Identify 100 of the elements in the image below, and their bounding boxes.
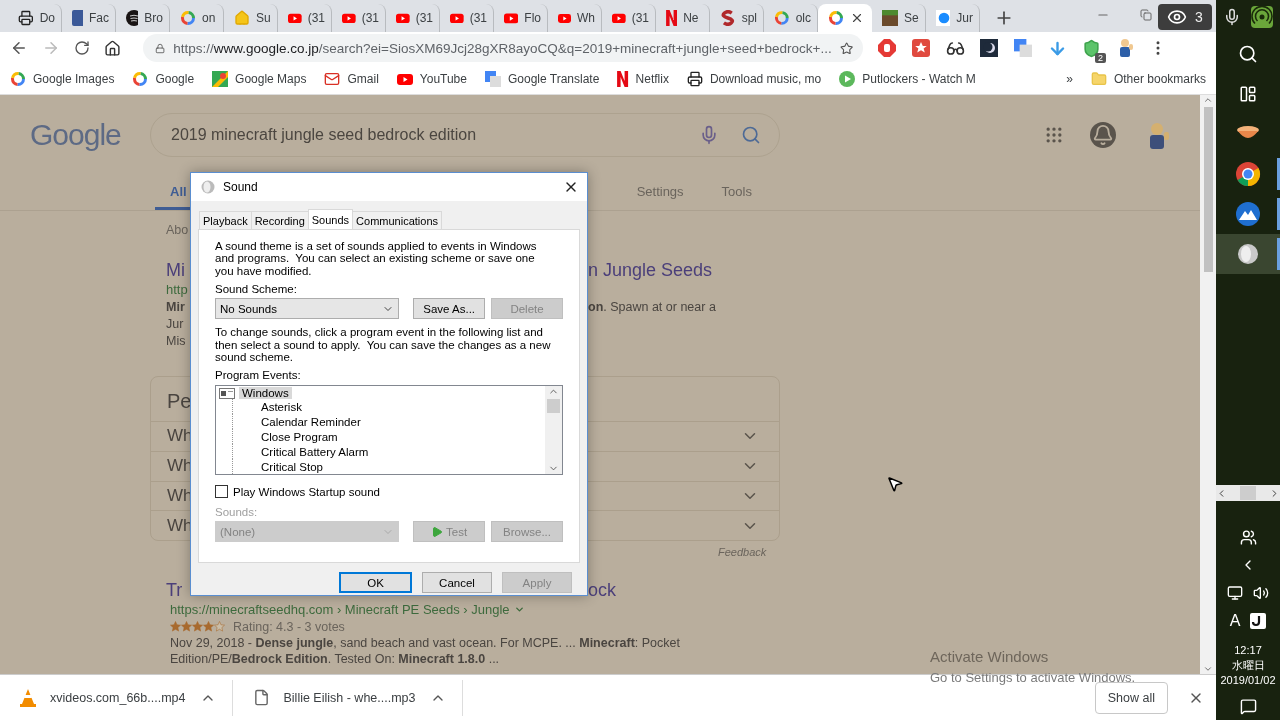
- bookmark-link[interactable]: Google Translate: [507, 72, 600, 86]
- intro-text: A sound theme is a set of sounds applied to events in Windows and programs. You can select an existing scheme or save one you have modified.: [215, 240, 538, 278]
- cursor-icon: [886, 475, 904, 493]
- scroll-up-icon[interactable]: [1203, 95, 1213, 105]
- result-title[interactable]: Tr: [166, 579, 190, 601]
- rating-text: Rating: 4.3 - 3 votes: [233, 619, 345, 634]
- list-item[interactable]: Close Program: [261, 430, 338, 443]
- recorder-badge[interactable]: 3: [1158, 4, 1212, 30]
- mountain-icon[interactable]: [1235, 201, 1261, 227]
- scheme-dropdown[interactable]: No Sounds: [215, 298, 400, 320]
- swirl-icon: [720, 10, 736, 26]
- window-icon: [219, 387, 235, 399]
- bookmark-link[interactable]: Download music, mo: [709, 72, 822, 86]
- dialog-button[interactable]: OK: [339, 572, 412, 593]
- house-icon: [234, 10, 250, 26]
- ring-icon: [828, 10, 844, 26]
- list-item[interactable]: Critical Battery Alarm: [261, 445, 369, 458]
- translate-icon: [484, 71, 501, 87]
- download-name[interactable]: Billie Eilish - whe....mp3: [283, 690, 416, 705]
- scrollbar[interactable]: [545, 386, 562, 475]
- reload-icon[interactable]: [74, 40, 90, 56]
- tray-scrollbar[interactable]: [1216, 485, 1280, 501]
- panel-heading: Pe: [167, 389, 192, 414]
- speaker-icon[interactable]: [1236, 242, 1260, 266]
- dialog-tab[interactable]: Playback: [199, 211, 252, 229]
- clock[interactable]: 12:17 水曜日 2019/01/02: [1220, 643, 1276, 688]
- close-icon[interactable]: [850, 11, 864, 25]
- scroll-thumb[interactable]: [1240, 486, 1256, 500]
- restore-icon[interactable]: [1140, 9, 1152, 21]
- file-icon: [252, 689, 270, 706]
- list-item[interactable]: Windows: [239, 387, 292, 400]
- mic-icon[interactable]: [1223, 8, 1241, 26]
- network-icon[interactable]: [1227, 585, 1243, 601]
- bookmark-link[interactable]: Putlockers - Watch M: [862, 72, 976, 86]
- field-label: Sound Scheme:: [215, 283, 298, 296]
- home-icon[interactable]: [104, 39, 121, 57]
- list-item[interactable]: Critical Stop: [261, 460, 323, 473]
- dialog-tab[interactable]: Communications: [352, 211, 442, 229]
- dialog-tab[interactable]: Sounds: [307, 209, 354, 229]
- result-title[interactable]: Mi: [166, 259, 190, 281]
- result-stats: Abo: [166, 223, 190, 239]
- scroll-thumb[interactable]: [547, 399, 560, 414]
- play-icon: [396, 71, 413, 87]
- bookmark-star-icon[interactable]: [839, 39, 853, 57]
- search-icon[interactable]: [1238, 44, 1258, 64]
- bookmark-link[interactable]: Google: [155, 72, 195, 86]
- bars-icon: [617, 71, 629, 87]
- scroll-down-icon[interactable]: [1203, 664, 1213, 674]
- bookmark-link[interactable]: Netflix: [635, 72, 669, 86]
- result-title[interactable]: n Jungle Seeds: [588, 259, 1200, 281]
- checkbox[interactable]: [215, 485, 228, 499]
- ime-icon[interactable]: [1250, 613, 1267, 629]
- folder-icon: [1090, 71, 1107, 87]
- show-all-button[interactable]: Show all: [1094, 681, 1168, 714]
- clock-time: 12:17: [1234, 643, 1262, 658]
- apps-icon[interactable]: [1044, 125, 1064, 145]
- overflow-chevron[interactable]: »: [1066, 72, 1073, 86]
- scroll-thumb[interactable]: [1203, 107, 1213, 272]
- lock-icon: [155, 41, 166, 55]
- download-name[interactable]: xvideos.com_66b....mp4: [50, 690, 186, 705]
- events-list[interactable]: Windows Asterisk Calendar Reminder Close Program Critical Battery Alarm Critical Stop: [215, 385, 563, 476]
- input-mode-indicator[interactable]: A: [1229, 612, 1241, 630]
- result-title[interactable]: ock: [588, 579, 1200, 601]
- dialog-button[interactable]: Save As...: [413, 298, 486, 320]
- volume-icon[interactable]: [1253, 585, 1269, 601]
- play-icon: [839, 71, 856, 87]
- browser-tab[interactable]: [818, 4, 872, 32]
- ring-icon: [774, 10, 790, 26]
- star-icon: [181, 621, 192, 632]
- result-snippet: on. Spawn at or near a: [588, 299, 717, 314]
- field-label: Sounds:: [215, 506, 259, 519]
- task-view-icon[interactable]: [1239, 85, 1257, 103]
- bookmark-link[interactable]: Google Maps: [235, 72, 307, 86]
- field-label: Program Events:: [215, 369, 302, 382]
- ring-icon: [132, 71, 149, 87]
- result-snippet: Jur: [166, 316, 185, 331]
- dialog-button[interactable]: Cancel: [422, 572, 492, 593]
- bookmark-link[interactable]: Google Images: [33, 72, 115, 86]
- ring-icon: [10, 71, 26, 87]
- scrollbar[interactable]: [1200, 95, 1216, 674]
- dot-icon: [936, 10, 951, 26]
- star-icon: [203, 621, 214, 632]
- address-bar[interactable]: https://www.google.co.jp/search?ei=SiosXM69Jcj28gXR8ayoCQ&q=2019+minecraft+jungle+seed+bedrock+...: [143, 34, 863, 62]
- viewer-count: 3: [1195, 9, 1203, 25]
- dialog-tab[interactable]: Recording: [250, 211, 309, 229]
- translate-icon: [1014, 39, 1032, 57]
- octagon-icon[interactable]: [878, 39, 896, 57]
- moon-icon[interactable]: [980, 39, 998, 57]
- back-icon[interactable]: [10, 39, 28, 57]
- notifications-icon[interactable]: [1239, 697, 1257, 715]
- list-item[interactable]: Calendar Reminder: [261, 415, 361, 428]
- signal-icon[interactable]: [1251, 6, 1273, 28]
- cone-icon: [20, 688, 36, 707]
- list-item[interactable]: Asterisk: [261, 400, 302, 413]
- bookmark-link[interactable]: YouTube: [419, 72, 467, 86]
- ring-icon[interactable]: [1235, 161, 1261, 187]
- checkbox-label[interactable]: Play Windows Startup sound: [233, 485, 381, 498]
- bookmark-link[interactable]: Other bookmarks: [1113, 72, 1206, 86]
- people-icon[interactable]: [1239, 528, 1257, 546]
- bookmark-link[interactable]: Gmail: [347, 72, 379, 86]
